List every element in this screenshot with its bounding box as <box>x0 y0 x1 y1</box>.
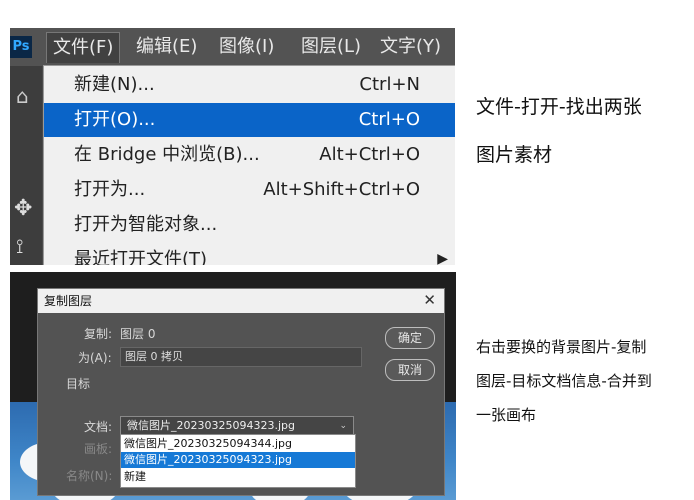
caption-bottom-line2: 图层-目标文档信息-合并到 <box>476 372 652 390</box>
document-option-selected[interactable]: 微信图片_20230325094323.jpg <box>121 452 355 468</box>
menu-item-label: 新建(N)... <box>74 74 155 95</box>
move-tool-icon[interactable]: ✥ <box>14 196 32 221</box>
menu-item-shortcut: Ctrl+N <box>359 74 420 95</box>
document-select-value: 微信图片_20230325094323.jpg <box>127 419 295 432</box>
chevron-down-icon: ⌄ <box>339 421 347 431</box>
dialog-titlebar: 复制图层 ✕ <box>38 289 444 313</box>
menu-item-open[interactable]: 打开(O)... Ctrl+O <box>44 103 455 137</box>
menu-layer[interactable]: 图层(L) <box>295 32 367 62</box>
menu-item-shortcut: Alt+Shift+Ctrl+O <box>263 179 420 200</box>
menu-item-shortcut: Ctrl+O <box>358 109 420 130</box>
close-icon[interactable]: ✕ <box>423 291 436 309</box>
artboard-label: 画板: <box>84 442 113 456</box>
menu-bar: Ps 文件(F) 编辑(E) 图像(I) 图层(L) 文字(Y) <box>10 28 455 66</box>
dialog-title: 复制图层 <box>44 294 93 308</box>
caption-top-line2: 图片素材 <box>476 144 553 166</box>
ok-button[interactable]: 确定 <box>385 327 435 349</box>
menu-item-label: 在 Bridge 中浏览(B)... <box>74 144 260 165</box>
copy-value: 图层 0 <box>120 327 156 341</box>
menu-type[interactable]: 文字(Y) <box>374 32 447 62</box>
doc-label: 文档: <box>84 420 113 434</box>
menu-item-recent-files[interactable]: 最近打开文件(T) <box>44 243 455 265</box>
copy-label: 复制: <box>84 327 113 341</box>
cancel-button[interactable]: 取消 <box>385 359 435 381</box>
caption-bottom-line3: 一张画布 <box>476 406 537 424</box>
target-section-label: 目标 <box>66 377 91 391</box>
document-select[interactable]: 微信图片_20230325094323.jpg ⌄ <box>120 416 354 436</box>
menu-edit[interactable]: 编辑(E) <box>130 32 203 62</box>
ps-logo: Ps <box>10 36 32 58</box>
caption-bottom-line1: 右击要换的背景图片-复制 <box>476 338 647 356</box>
menu-item-label: 打开为智能对象... <box>74 214 218 235</box>
caption-top-line1: 文件-打开-找出两张 <box>476 96 642 118</box>
duplicate-layer-dialog: 复制图层 ✕ 复制: 图层 0 为(A): 图层 0 拷贝 目标 文档: 微信图… <box>37 288 445 496</box>
menu-item-open-as[interactable]: 打开为... Alt+Shift+Ctrl+O <box>44 173 455 207</box>
submenu-arrow-icon: ▶ <box>437 251 448 265</box>
name-label: 名称(N): <box>66 469 113 483</box>
lasso-tool-icon[interactable]: ⟟ <box>16 234 23 258</box>
as-label: 为(A): <box>78 351 112 365</box>
menu-image[interactable]: 图像(I) <box>213 32 280 62</box>
menu-item-open-smart-object[interactable]: 打开为智能对象... <box>44 208 455 242</box>
as-name-input[interactable]: 图层 0 拷贝 <box>120 347 362 367</box>
menu-item-label: 打开为... <box>74 179 146 200</box>
photoshop-file-menu-screenshot: Ps 文件(F) 编辑(E) 图像(I) 图层(L) 文字(Y) ⌂ ✥ ⟟ 新… <box>10 28 455 265</box>
document-option[interactable]: 微信图片_20230325094344.jpg <box>121 436 355 452</box>
menu-item-new[interactable]: 新建(N)... Ctrl+N <box>44 68 455 102</box>
menu-item-label: 最近打开文件(T) <box>74 249 208 265</box>
duplicate-layer-dialog-screenshot: 复制图层 ✕ 复制: 图层 0 为(A): 图层 0 拷贝 目标 文档: 微信图… <box>10 272 456 500</box>
menu-item-label: 打开(O)... <box>74 109 156 130</box>
menu-item-shortcut: Alt+Ctrl+O <box>319 144 420 165</box>
menu-file[interactable]: 文件(F) <box>46 32 121 63</box>
menu-item-browse-bridge[interactable]: 在 Bridge 中浏览(B)... Alt+Ctrl+O <box>44 138 455 172</box>
document-option-new[interactable]: 新建 <box>121 469 355 485</box>
file-dropdown-menu: 新建(N)... Ctrl+N 打开(O)... Ctrl+O 在 Bridge… <box>43 65 455 265</box>
home-icon[interactable]: ⌂ <box>16 84 38 108</box>
document-options-list: 微信图片_20230325094344.jpg 微信图片_20230325094… <box>120 434 356 488</box>
